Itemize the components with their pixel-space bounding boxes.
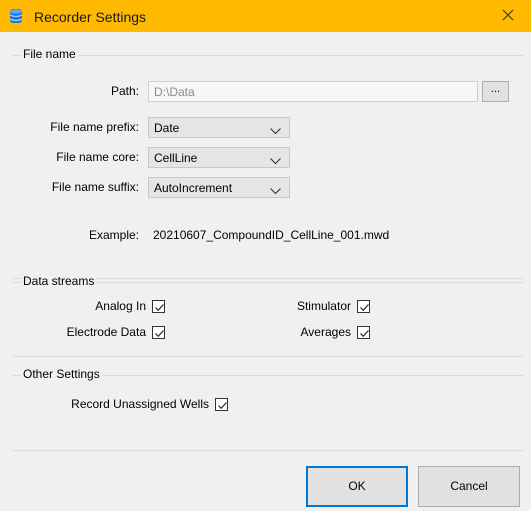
record-unassigned-label: Record Unassigned Wells bbox=[71, 397, 209, 411]
electrode-data-label: Electrode Data bbox=[66, 325, 146, 339]
prefix-label: File name prefix: bbox=[50, 120, 139, 134]
other-settings-group: Other Settings Record Unassigned Wells bbox=[12, 367, 524, 451]
chevron-down-icon bbox=[270, 124, 281, 135]
path-label: Path: bbox=[110, 84, 139, 98]
analog-in-checkbox[interactable] bbox=[152, 300, 165, 313]
suffix-label: File name suffix: bbox=[51, 180, 139, 194]
core-dropdown[interactable]: CellLine bbox=[148, 147, 290, 168]
chevron-down-icon bbox=[270, 154, 281, 165]
suffix-value: AutoIncrement bbox=[154, 181, 233, 195]
core-label: File name core: bbox=[56, 150, 139, 164]
window-title: Recorder Settings bbox=[34, 9, 147, 25]
close-icon bbox=[502, 9, 514, 24]
chevron-down-icon bbox=[270, 184, 281, 195]
example-value: 20210607_CompoundID_CellLine_001.mwd bbox=[153, 228, 390, 242]
path-input[interactable]: D:\Data bbox=[148, 81, 478, 102]
prefix-value: Date bbox=[154, 121, 180, 135]
core-value: CellLine bbox=[154, 151, 198, 165]
dialog-body: File name Path: D:\Data ... File name pr… bbox=[0, 32, 531, 511]
title-bar: Recorder Settings bbox=[0, 0, 531, 32]
electrode-data-checkbox[interactable] bbox=[152, 326, 165, 339]
browse-button[interactable]: ... bbox=[482, 81, 509, 102]
close-button[interactable] bbox=[485, 0, 531, 32]
other-settings-group-title: Other Settings bbox=[21, 367, 102, 381]
database-icon bbox=[8, 8, 24, 24]
file-name-group-title: File name bbox=[21, 47, 78, 61]
averages-label: Averages bbox=[300, 325, 351, 339]
ok-button[interactable]: OK bbox=[306, 466, 408, 507]
prefix-dropdown[interactable]: Date bbox=[148, 117, 290, 138]
data-streams-group-title: Data streams bbox=[21, 274, 97, 288]
suffix-dropdown[interactable]: AutoIncrement bbox=[148, 177, 290, 198]
averages-checkbox[interactable] bbox=[357, 326, 370, 339]
analog-in-label: Analog In bbox=[95, 299, 146, 313]
file-name-group: File name Path: D:\Data ... File name pr… bbox=[12, 47, 524, 279]
example-label: Example: bbox=[88, 228, 139, 242]
data-streams-group: Data streams Analog In Electrode Data St… bbox=[12, 274, 524, 357]
record-unassigned-checkbox[interactable] bbox=[215, 398, 228, 411]
cancel-button[interactable]: Cancel bbox=[418, 466, 520, 507]
stimulator-label: Stimulator bbox=[296, 299, 351, 313]
stimulator-checkbox[interactable] bbox=[357, 300, 370, 313]
